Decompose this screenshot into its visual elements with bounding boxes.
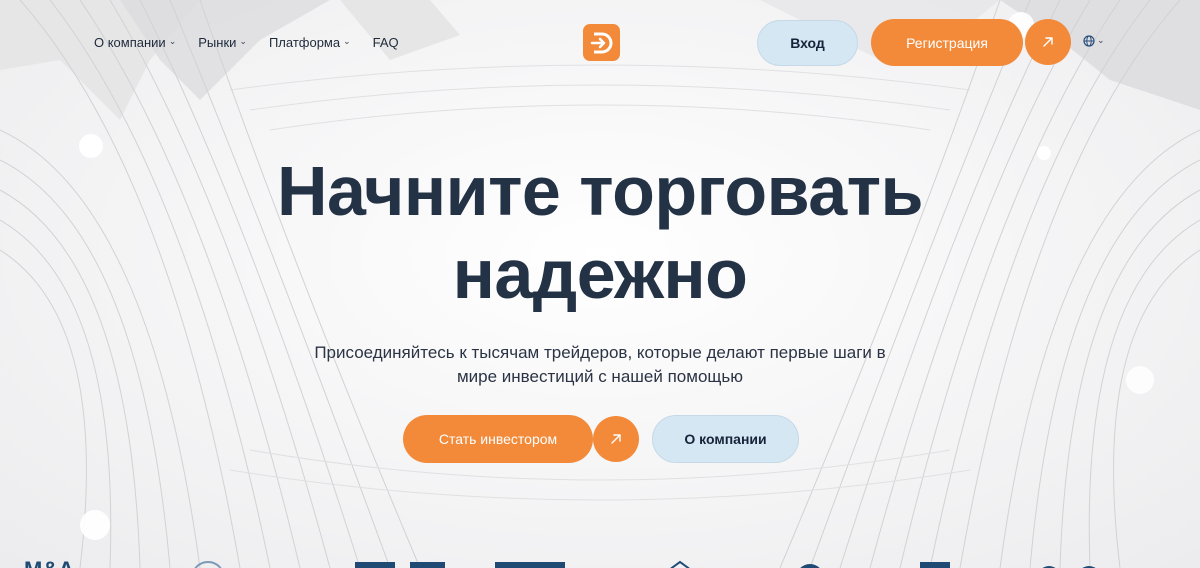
language-selector[interactable]: ⌄: [1083, 35, 1105, 47]
brand-logo[interactable]: [583, 24, 620, 61]
hero-title-line: Начните торговать: [276, 152, 924, 230]
nav-item-markets[interactable]: Рынки ⌄: [198, 35, 247, 50]
partner-logo-wordmark: [355, 562, 565, 568]
main-navigation: О компании ⌄ Рынки ⌄ Платформа ⌄ FAQ: [94, 35, 399, 50]
nav-item-platform[interactable]: Платформа ⌄: [269, 35, 351, 50]
about-company-button[interactable]: О компании: [652, 415, 799, 463]
nav-item-company[interactable]: О компании ⌄: [94, 35, 176, 50]
brand-logo-icon: [590, 32, 612, 53]
partner-logo-waves: [1042, 566, 1096, 568]
hero-title-line: надежно: [452, 235, 748, 313]
arrow-up-right-icon: [1043, 37, 1053, 47]
arrow-up-right-icon: [611, 434, 621, 444]
hero-subtitle: Присоединяйтесь к тысячам трейдеров, кот…: [300, 341, 900, 389]
chevron-down-icon: ⌄: [1097, 34, 1105, 45]
hero-subtitle-line: мире инвестиций с нашей помощью: [456, 367, 743, 386]
partner-logo-block: [920, 562, 950, 568]
partner-logos-strip: M&A: [0, 552, 1200, 568]
become-investor-arrow-button[interactable]: [593, 416, 639, 462]
nav-item-label: Рынки: [198, 35, 237, 50]
chevron-down-icon: ⌄: [343, 36, 351, 46]
hero-title: Начните торговать надежно: [0, 150, 1200, 316]
login-button[interactable]: Вход: [757, 20, 858, 66]
nav-item-label: О компании: [94, 35, 166, 50]
partner-logo-circle: [800, 564, 820, 568]
register-arrow-button[interactable]: [1025, 19, 1071, 65]
partner-logo-globe: [194, 561, 222, 568]
chevron-down-icon: ⌄: [239, 36, 247, 46]
globe-icon: [1083, 35, 1095, 47]
chevron-down-icon: ⌄: [168, 36, 177, 46]
hero-subtitle-line: Присоединяйтесь к тысячам трейдеров, кот…: [314, 343, 886, 362]
nav-item-label: FAQ: [372, 35, 399, 50]
become-investor-button[interactable]: Стать инвестором: [403, 415, 593, 463]
nav-item-faq[interactable]: FAQ: [373, 35, 399, 50]
nav-item-label: Платформа: [268, 35, 341, 50]
partner-logo-triangle: [670, 560, 690, 568]
partner-logo-ma: M&A: [24, 557, 74, 568]
register-button[interactable]: Регистрация: [871, 19, 1023, 66]
